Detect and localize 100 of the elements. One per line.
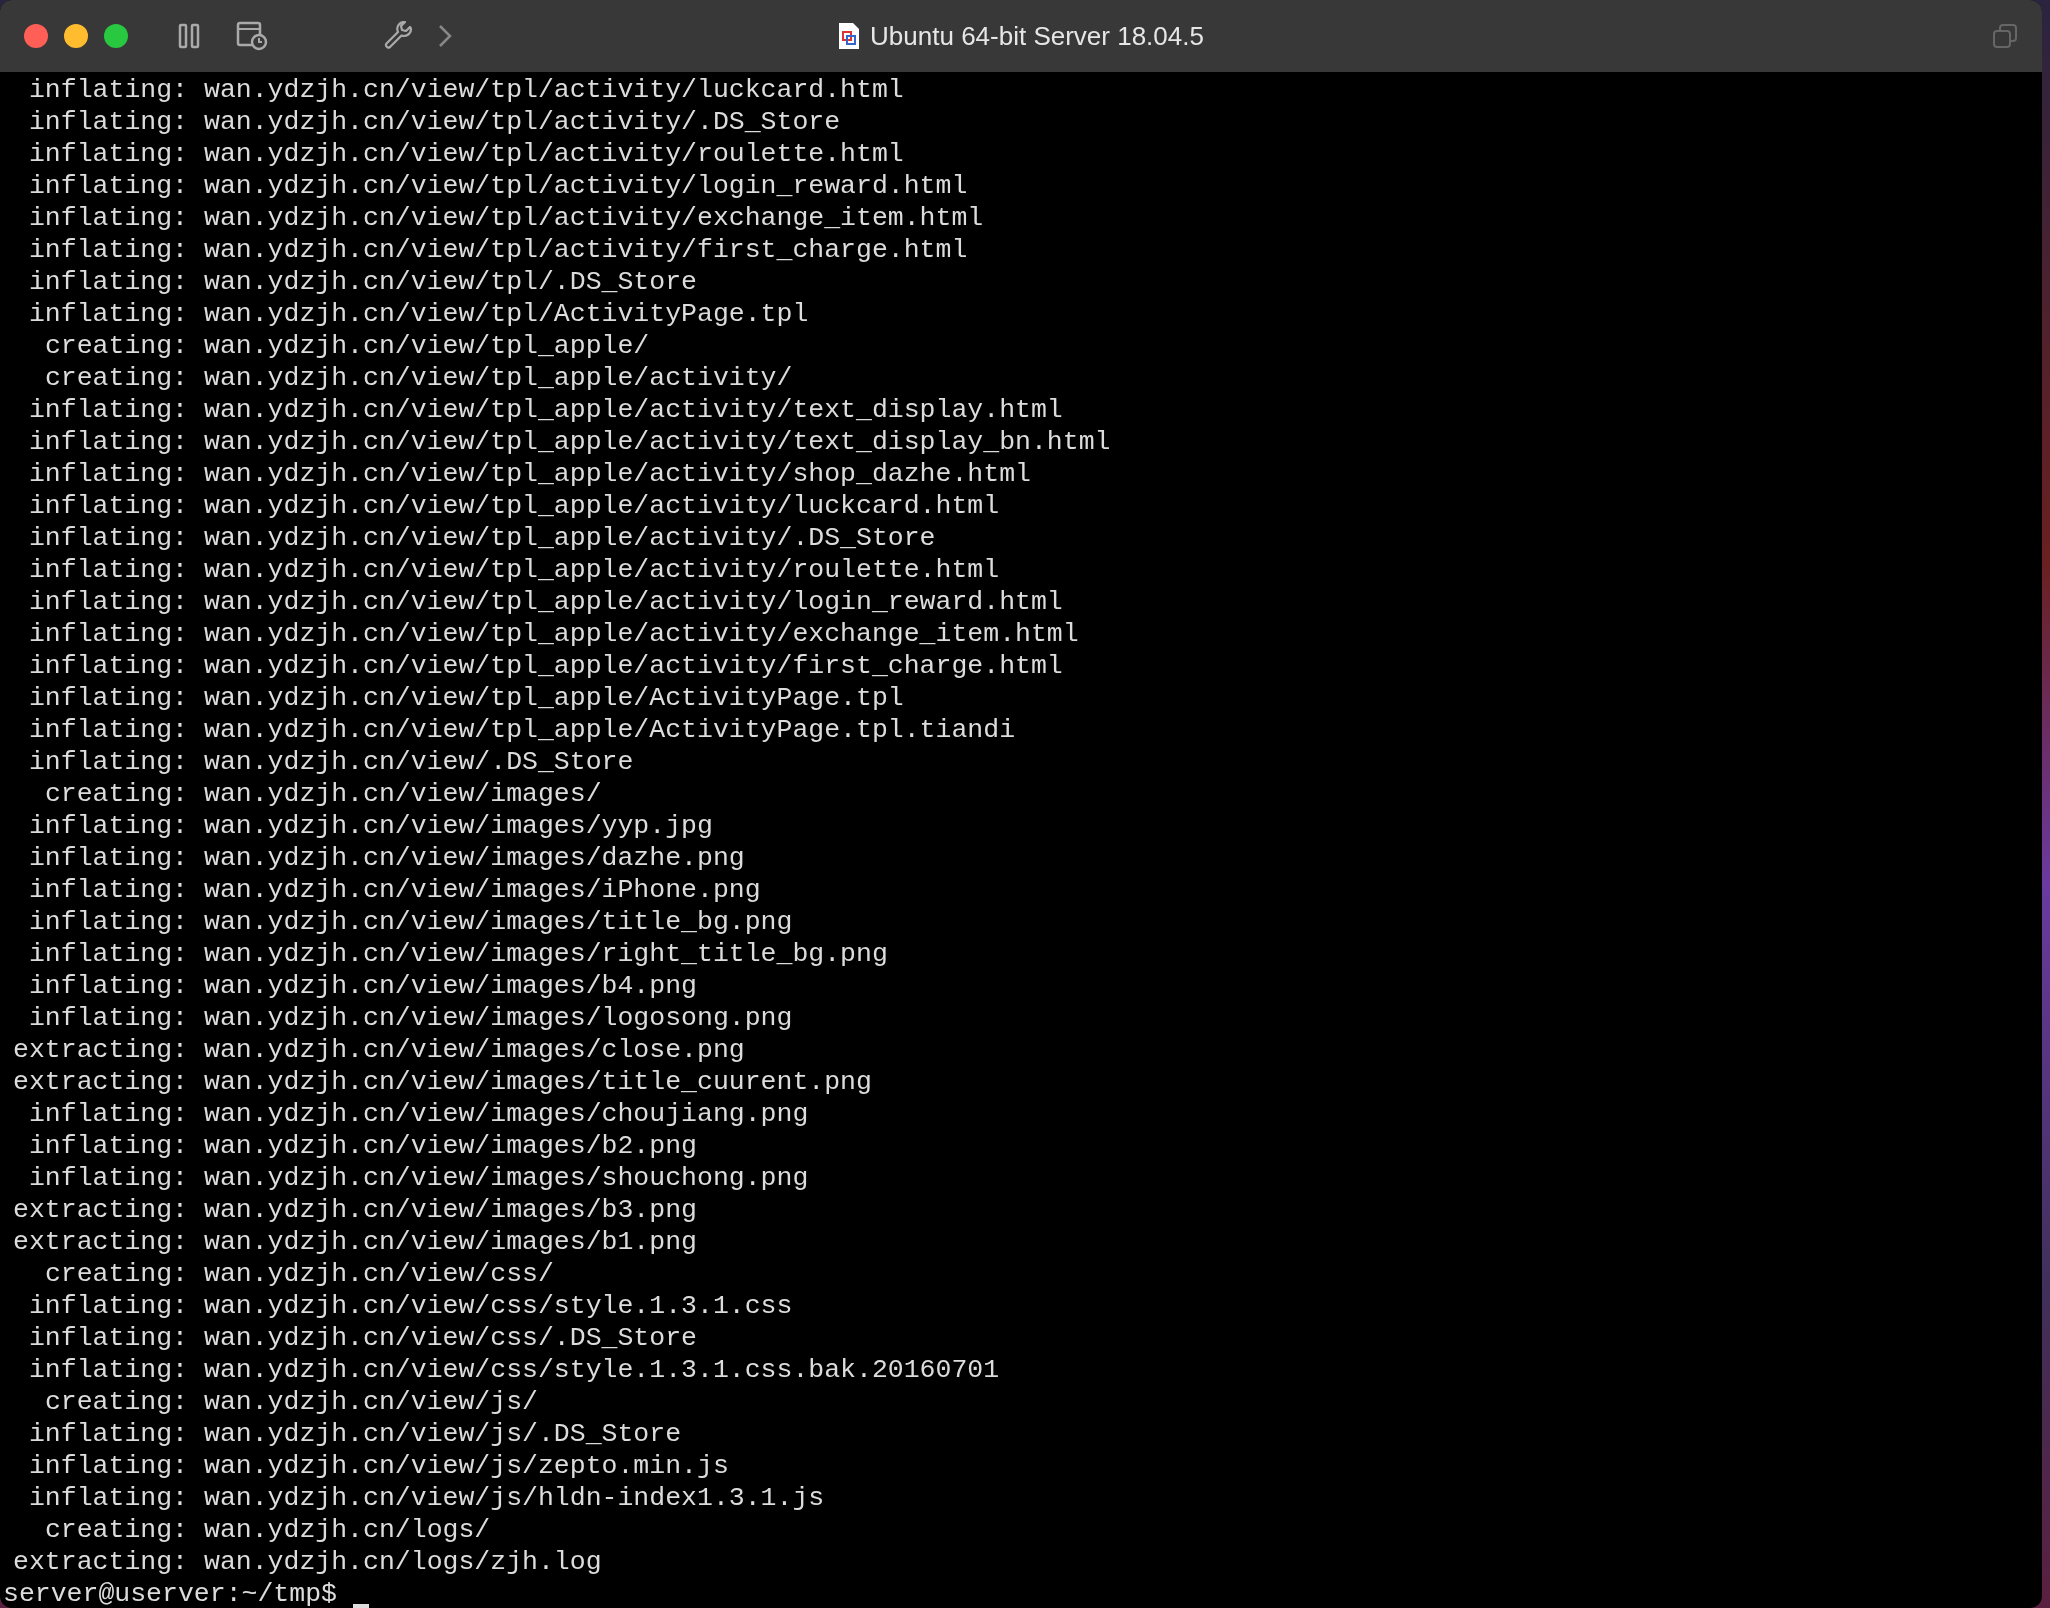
- terminal-path: wan.ydzjh.cn/view/tpl_apple/activity/text_display_bn.html: [204, 426, 1111, 458]
- terminal-path: wan.ydzjh.cn/view/css/.DS_Store: [204, 1322, 697, 1354]
- terminal-action: inflating:: [28, 1002, 188, 1034]
- terminal-path: wan.ydzjh.cn/view/images/yyp.jpg: [204, 810, 713, 842]
- terminal-path: wan.ydzjh.cn/view/images/iPhone.png: [204, 874, 761, 906]
- terminal-action: inflating:: [28, 586, 188, 618]
- terminal-action: inflating:: [28, 1098, 188, 1130]
- terminal-path: wan.ydzjh.cn/view/images/dazhe.png: [204, 842, 745, 874]
- terminal-action: inflating:: [28, 106, 188, 138]
- terminal-action: creating:: [44, 362, 188, 394]
- wrench-icon[interactable]: [384, 21, 414, 51]
- terminal-path: wan.ydzjh.cn/view/js/.DS_Store: [204, 1418, 682, 1450]
- minimize-button[interactable]: [64, 24, 88, 48]
- terminal-path: wan.ydzjh.cn/view/tpl_apple/activity/first_charge.html: [204, 650, 1063, 682]
- terminal-path: wan.ydzjh.cn/view/tpl/activity/.DS_Store: [204, 106, 841, 138]
- terminal-path: wan.ydzjh.cn/view/tpl_apple/activity/luckcard.html: [204, 490, 1000, 522]
- terminal-path: wan.ydzjh.cn/view/tpl/activity/luckcard.html: [204, 74, 904, 106]
- window-title: Ubuntu 64-bit Server 18.04.5: [870, 19, 1204, 53]
- terminal-action: extracting:: [13, 1034, 188, 1066]
- terminal-path: wan.ydzjh.cn/view/css/style.1.3.1.css: [204, 1290, 793, 1322]
- terminal-action: creating:: [44, 778, 188, 810]
- document-icon: [838, 22, 861, 50]
- terminal-action: inflating:: [28, 74, 188, 106]
- terminal-path: wan.ydzjh.cn/view/tpl_apple/activity/roulette.html: [204, 554, 1000, 586]
- terminal-action: inflating:: [28, 202, 188, 234]
- pause-icon[interactable]: [178, 23, 200, 49]
- shell-prompt: server@userver:~/tmp$: [3, 1578, 337, 1608]
- terminal-path: wan.ydzjh.cn/view/tpl_apple/: [204, 330, 650, 362]
- terminal-action: creating:: [44, 1258, 188, 1290]
- terminal-action: inflating:: [28, 490, 188, 522]
- terminal-action: inflating:: [28, 618, 188, 650]
- terminal-action: inflating:: [28, 298, 188, 330]
- terminal-path: wan.ydzjh.cn/logs/: [204, 1514, 491, 1546]
- terminal-action: creating:: [44, 1514, 188, 1546]
- terminal-path: wan.ydzjh.cn/view/css/style.1.3.1.css.bak.20160701: [204, 1354, 1000, 1386]
- terminal-action: extracting:: [13, 1226, 188, 1258]
- terminal-path: wan.ydzjh.cn/view/images/b3.png: [204, 1194, 697, 1226]
- terminal-path: wan.ydzjh.cn/view/tpl_apple/activity/login_reward.html: [204, 586, 1063, 618]
- terminal-path: wan.ydzjh.cn/view/tpl_apple/activity/exchange_item.html: [204, 618, 1079, 650]
- terminal-path: wan.ydzjh.cn/view/.DS_Store: [204, 746, 634, 778]
- terminal-action: inflating:: [28, 426, 188, 458]
- terminal-path: wan.ydzjh.cn/view/images/b1.png: [204, 1226, 697, 1258]
- terminal-path: wan.ydzjh.cn/view/tpl/ActivityPage.tpl: [204, 298, 809, 330]
- terminal-action: inflating:: [28, 746, 188, 778]
- terminal-path: wan.ydzjh.cn/view/tpl/activity/exchange_item.html: [204, 202, 984, 234]
- terminal-action: inflating:: [28, 810, 188, 842]
- terminal-path: wan.ydzjh.cn/view/tpl/.DS_Store: [204, 266, 697, 298]
- terminal-action: inflating:: [28, 714, 188, 746]
- terminal-action: inflating:: [28, 1450, 188, 1482]
- terminal-path: wan.ydzjh.cn/view/tpl/activity/first_charge.html: [204, 234, 968, 266]
- terminal-action: inflating:: [28, 138, 188, 170]
- terminal-path: wan.ydzjh.cn/view/images/logosong.png: [204, 1002, 793, 1034]
- terminal-action: inflating:: [28, 874, 188, 906]
- terminal-path: wan.ydzjh.cn/view/images/title_cuurent.png: [204, 1066, 872, 1098]
- terminal-action: inflating:: [28, 1482, 188, 1514]
- terminal-action: extracting:: [13, 1546, 188, 1578]
- chevron-right-icon[interactable]: [438, 24, 452, 48]
- terminal-action: inflating:: [28, 842, 188, 874]
- terminal-action: creating:: [44, 330, 188, 362]
- terminal-path: wan.ydzjh.cn/view/css/: [204, 1258, 554, 1290]
- zoom-button[interactable]: [104, 24, 128, 48]
- terminal-path: wan.ydzjh.cn/view/tpl_apple/ActivityPage.tpl: [204, 682, 904, 714]
- terminal-action: inflating:: [28, 554, 188, 586]
- terminal-action: inflating:: [28, 522, 188, 554]
- snapshot-icon[interactable]: [236, 21, 268, 51]
- terminal-path: wan.ydzjh.cn/view/tpl/activity/login_reward.html: [204, 170, 968, 202]
- terminal-action: inflating:: [28, 1290, 188, 1322]
- terminal-action: inflating:: [28, 650, 188, 682]
- terminal-action: creating:: [44, 1386, 188, 1418]
- terminal-action: inflating:: [28, 1322, 188, 1354]
- terminal-action: inflating:: [28, 266, 188, 298]
- terminal-path: wan.ydzjh.cn/view/images/right_title_bg.png: [204, 938, 888, 970]
- terminal-path: wan.ydzjh.cn/view/js/zepto.min.js: [204, 1450, 729, 1482]
- terminal-action: inflating:: [28, 1354, 188, 1386]
- terminal-action: inflating:: [28, 170, 188, 202]
- terminal-action: extracting:: [13, 1194, 188, 1226]
- terminal-path: wan.ydzjh.cn/view/js/hldn-index1.3.1.js: [204, 1482, 825, 1514]
- terminal-action: inflating:: [28, 394, 188, 426]
- terminal-action: inflating:: [28, 1418, 188, 1450]
- terminal-path: wan.ydzjh.cn/view/tpl_apple/activity/: [204, 362, 793, 394]
- terminal-action: inflating:: [28, 938, 188, 970]
- terminal-path: wan.ydzjh.cn/view/images/choujiang.png: [204, 1098, 809, 1130]
- terminal-path: wan.ydzjh.cn/view/images/b4.png: [204, 970, 697, 1002]
- terminal-action: inflating:: [28, 1162, 188, 1194]
- terminal-action: inflating:: [28, 458, 188, 490]
- terminal-path: wan.ydzjh.cn/view/tpl_apple/activity/.DS_Store: [204, 522, 936, 554]
- terminal-path: wan.ydzjh.cn/view/tpl/activity/roulette.html: [204, 138, 904, 170]
- terminal-action: inflating:: [28, 1130, 188, 1162]
- terminal-path: wan.ydzjh.cn/view/images/shouchong.png: [204, 1162, 809, 1194]
- terminal-action: inflating:: [28, 970, 188, 1002]
- text-cursor: [352, 1604, 369, 1608]
- terminal-action: extracting:: [13, 1066, 188, 1098]
- terminal-action: inflating:: [28, 906, 188, 938]
- terminal-path: wan.ydzjh.cn/view/tpl_apple/activity/text_display.html: [204, 394, 1063, 426]
- terminal-path: wan.ydzjh.cn/view/images/b2.png: [204, 1130, 697, 1162]
- terminal-path: wan.ydzjh.cn/logs/zjh.log: [204, 1546, 602, 1578]
- terminal-path: wan.ydzjh.cn/view/images/close.png: [204, 1034, 745, 1066]
- terminal-path: wan.ydzjh.cn/view/tpl_apple/ActivityPage.tpl.tiandi: [204, 714, 1016, 746]
- close-button[interactable]: [24, 24, 48, 48]
- terminal-path: wan.ydzjh.cn/view/js/: [204, 1386, 538, 1418]
